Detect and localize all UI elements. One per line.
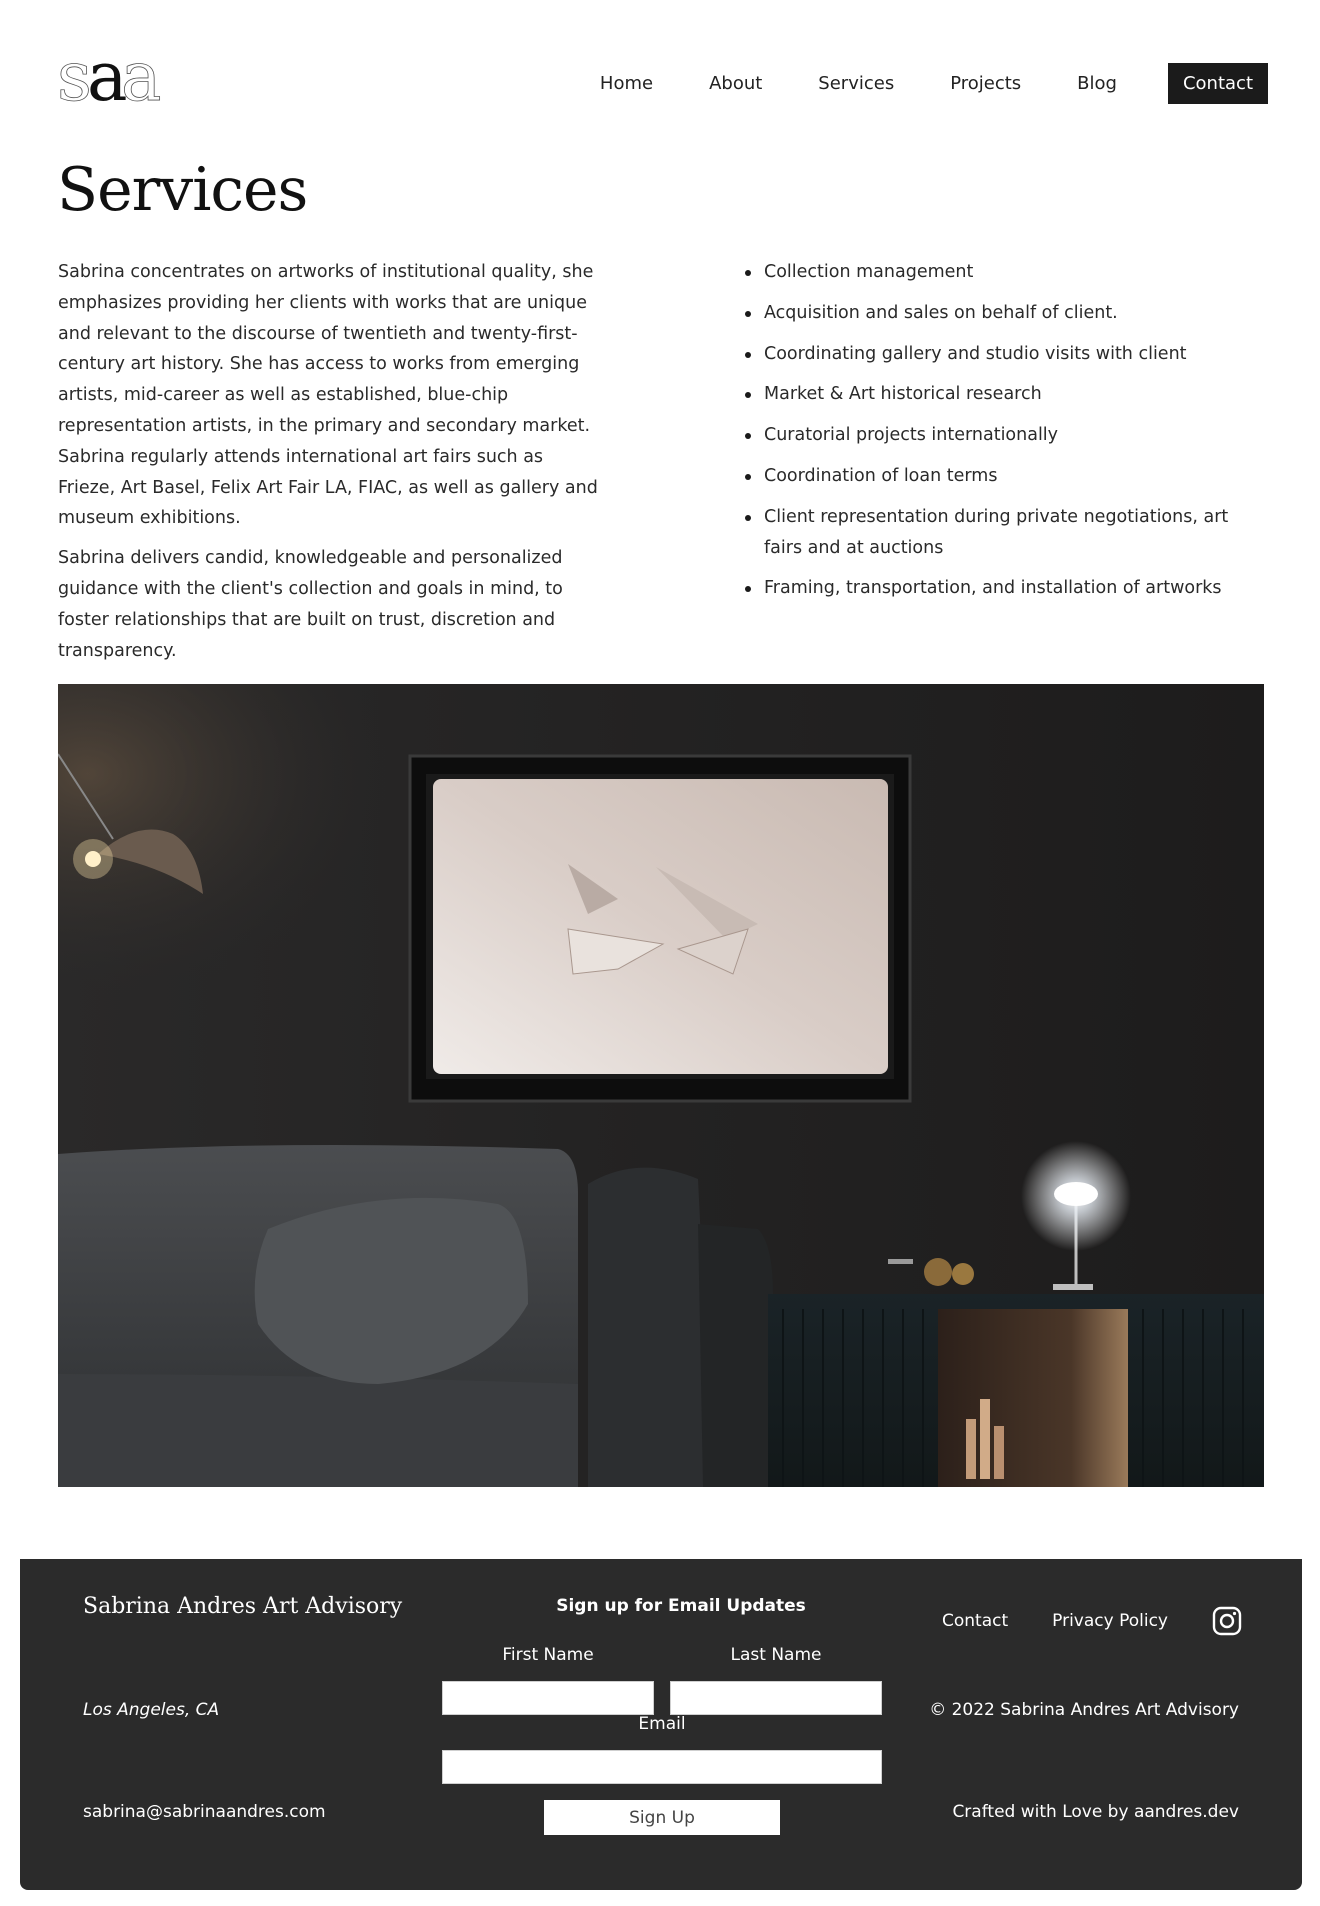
- nav-home[interactable]: Home: [600, 73, 653, 94]
- first-name-input[interactable]: [442, 1681, 654, 1715]
- services-intro: Sabrina concentrates on artworks of inst…: [58, 257, 603, 675]
- email-input[interactable]: [442, 1750, 882, 1784]
- intro-paragraph: Sabrina delivers candid, knowledgeable a…: [58, 548, 563, 661]
- site-footer: Sabrina Andres Art Advisory Los Angeles,…: [20, 1559, 1302, 1890]
- sign-up-button[interactable]: Sign Up: [544, 1800, 780, 1835]
- footer-copyright: © 2022 Sabrina Andres Art Advisory: [929, 1700, 1239, 1720]
- service-item: Client representation during private neg…: [740, 502, 1260, 564]
- footer-links: Contact Privacy Policy: [898, 1606, 1242, 1636]
- nav-blog[interactable]: Blog: [1077, 73, 1117, 94]
- footer-contact-link[interactable]: Contact: [942, 1611, 1008, 1631]
- first-name-label: First Name: [502, 1645, 594, 1665]
- footer-brand: Sabrina Andres Art Advisory: [83, 1594, 403, 1619]
- service-item: Curatorial projects internationally: [740, 420, 1260, 451]
- signup-title: Sign up for Email Updates: [556, 1596, 806, 1616]
- brand-logo[interactable]: s a a: [57, 44, 189, 110]
- service-item: Coordination of loan terms: [740, 461, 1260, 492]
- nav-services[interactable]: Services: [818, 73, 894, 94]
- nav-about[interactable]: About: [709, 73, 762, 94]
- service-item: Framing, transportation, and installatio…: [740, 573, 1260, 604]
- footer-email-link[interactable]: sabrina@sabrinaandres.com: [83, 1802, 326, 1822]
- svg-text:s: s: [57, 44, 89, 110]
- email-label: Email: [638, 1714, 686, 1734]
- footer-location: Los Angeles, CA: [83, 1700, 220, 1720]
- nav-projects[interactable]: Projects: [950, 73, 1021, 94]
- nav-contact-button[interactable]: Contact: [1167, 63, 1268, 104]
- main-nav: Home About Services Projects Blog Contac…: [544, 63, 1268, 104]
- service-item: Market & Art historical research: [740, 379, 1260, 410]
- page-title: Services: [57, 155, 308, 225]
- service-item: Coordinating gallery and studio visits w…: [740, 339, 1260, 370]
- service-item: Acquisition and sales on behalf of clien…: [740, 298, 1260, 329]
- instagram-icon[interactable]: [1212, 1606, 1242, 1636]
- service-item: Collection management: [740, 257, 1260, 288]
- interior-photo: [58, 684, 1264, 1487]
- last-name-label: Last Name: [730, 1645, 822, 1665]
- services-list: Collection management Acquisition and sa…: [740, 257, 1260, 614]
- footer-credit: Crafted with Love by aandres.dev: [952, 1802, 1239, 1822]
- svg-text:a: a: [121, 44, 162, 110]
- footer-privacy-link[interactable]: Privacy Policy: [1052, 1611, 1168, 1631]
- site-header: s a a Home About Services Projects Blog …: [0, 0, 1320, 150]
- last-name-input[interactable]: [670, 1681, 882, 1715]
- intro-paragraph: Sabrina concentrates on artworks of inst…: [58, 262, 598, 529]
